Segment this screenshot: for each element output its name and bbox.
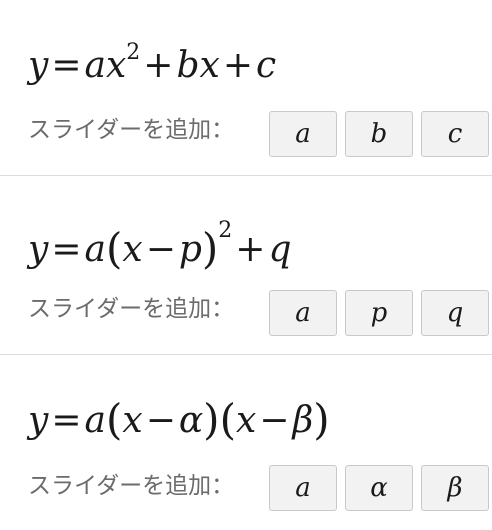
formula-plus: + [235,229,266,270]
add-slider-label: スライダーを追加： [28,117,235,143]
formula-right-paren: ) [201,224,219,273]
formula-panel-vertex: y=a(x−p)2+q スライダーを追加： a p q [0,176,492,351]
add-slider-label: スライダーを追加： [28,296,235,322]
formula-var-b: b [176,45,200,86]
formula-var-a: a [84,229,106,270]
formula-factored-form: y=a(x−α)(x−β) [28,397,330,441]
formula-minus: − [145,229,176,270]
add-slider-a-button[interactable]: a [269,111,337,157]
formula-left-paren: ( [105,224,123,273]
formula-equals: = [51,229,82,270]
formula-right-paren: ) [313,395,330,444]
formula-minus: − [259,400,290,441]
add-slider-q-button[interactable]: q [421,290,489,336]
formula-var-y: y [28,400,49,441]
formula-minus: − [145,400,176,441]
formula-var-alpha: α [178,400,204,441]
formula-var-x: x [235,400,257,441]
add-slider-p-button[interactable]: p [345,290,413,336]
formula-var-c: c [256,45,277,86]
formula-right-paren: ) [203,395,220,444]
formula-left-paren: ( [105,395,123,444]
add-slider-label: スライダーを追加： [28,473,235,499]
formula-var-q: q [268,229,292,270]
add-slider-a-button[interactable]: a [269,290,337,336]
formula-equals: = [51,45,82,86]
add-slider-a-button[interactable]: a [269,465,337,511]
formula-exponent: 2 [218,218,233,243]
add-slider-c-button[interactable]: c [421,111,489,157]
formula-var-x: x [105,45,127,86]
formula-vertex-form: y=a(x−p)2+q [28,220,292,270]
formula-left-paren: ( [219,395,236,444]
formula-var-a: a [84,45,106,86]
formula-plus: + [143,45,174,86]
add-slider-b-button[interactable]: b [345,111,413,157]
formula-var-x: x [122,229,143,270]
formula-var-a: a [84,400,106,441]
formula-equals: = [51,400,82,441]
formula-var-x: x [199,45,220,86]
formula-var-y: y [28,45,49,86]
add-slider-alpha-button[interactable]: α [345,465,413,511]
formula-exponent: 2 [126,40,141,65]
formula-var-beta: β [292,400,314,441]
formula-var-x: x [122,400,143,441]
formula-standard-form: y=ax2+bx+c [28,42,277,86]
formula-var-p: p [178,229,202,270]
add-slider-beta-button[interactable]: β [421,465,489,511]
formula-var-y: y [28,229,49,270]
formula-panel-standard: y=ax2+bx+c スライダーを追加： a b c [0,0,492,175]
formula-panel-factored: y=a(x−α)(x−β) スライダーを追加： a α β [0,355,492,530]
formula-plus: + [222,45,253,86]
